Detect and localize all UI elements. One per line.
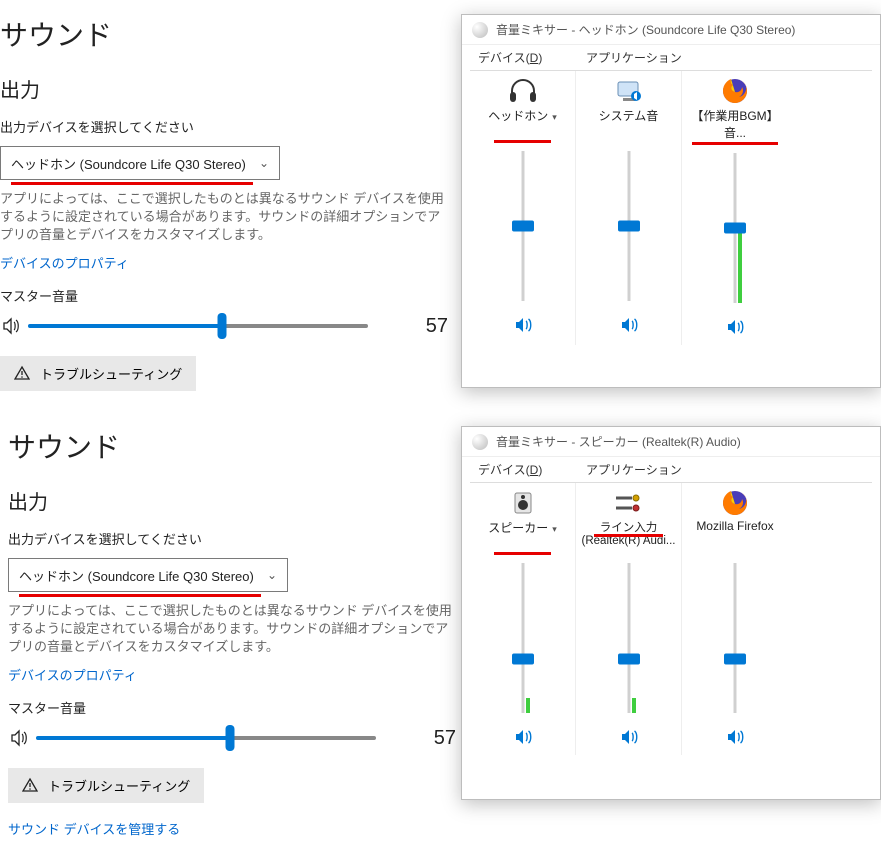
device-group-label: デバイス(D) [474, 49, 582, 68]
mixer-app-channel: Mozilla Firefox [682, 483, 788, 755]
channel-name[interactable]: 【作業用BGM】音... [686, 107, 784, 141]
application-group-label: アプリケーション [582, 461, 682, 480]
settings-panel-2: サウンド 出力 出力デバイスを選択してください ヘッドホン (Soundcore… [8, 426, 468, 844]
device-properties-link[interactable]: デバイスのプロパティ [8, 665, 468, 684]
system-sounds-icon[interactable] [613, 77, 645, 105]
mixer-device-channel: ヘッドホン▾ [470, 71, 576, 345]
slider-thumb[interactable] [618, 221, 640, 232]
annotation-underline [494, 552, 551, 555]
firefox-icon[interactable] [719, 489, 751, 517]
mixer-app-channel: システム音 [576, 71, 682, 345]
troubleshoot-button[interactable]: トラブルシューティング [8, 768, 204, 803]
slider-thumb[interactable] [724, 654, 746, 665]
speaker-icon[interactable] [8, 727, 30, 749]
slider-thumb[interactable] [217, 313, 226, 339]
window-title: 音量ミキサー - ヘッドホン (Soundcore Life Q30 Stere… [496, 21, 795, 38]
troubleshoot-button[interactable]: トラブルシューティング [0, 356, 196, 391]
slider-thumb[interactable] [618, 654, 640, 665]
manage-sound-devices-link[interactable]: サウンド デバイスを管理する [8, 819, 468, 838]
application-group-label: アプリケーション [582, 49, 682, 68]
output-device-label: 出力デバイスを選択してください [0, 117, 460, 136]
window-title: 音量ミキサー - スピーカー (Realtek(R) Audio) [496, 433, 741, 450]
chevron-down-icon: ▾ [552, 112, 557, 122]
speaker-icon[interactable] [0, 315, 22, 337]
annotation-underline [19, 594, 261, 597]
master-volume-label: マスター音量 [0, 286, 460, 305]
slider-thumb[interactable] [724, 223, 746, 234]
app-icon [472, 434, 488, 450]
section-output-heading: 出力 [0, 74, 460, 103]
volume-slider[interactable] [512, 563, 534, 713]
channel-name[interactable]: ヘッドホン▾ [488, 107, 557, 139]
channel-name[interactable]: システム音 [599, 107, 659, 139]
mute-button[interactable] [725, 317, 745, 337]
headphones-icon[interactable] [507, 77, 539, 105]
mixer-app-channel: 【作業用BGM】音... [682, 71, 788, 345]
device-group-label: デバイス(D) [474, 461, 582, 480]
volume-slider[interactable] [724, 563, 746, 713]
volume-slider[interactable] [618, 151, 640, 301]
master-volume-label: マスター音量 [8, 698, 468, 717]
chevron-down-icon: ▾ [552, 524, 557, 534]
volume-slider[interactable] [724, 153, 746, 303]
slider-thumb[interactable] [225, 725, 234, 751]
window-titlebar[interactable]: 音量ミキサー - ヘッドホン (Soundcore Life Q30 Stere… [462, 15, 880, 45]
troubleshoot-label: トラブルシューティング [40, 364, 182, 383]
warning-icon [22, 777, 38, 793]
annotation-underline [692, 142, 778, 145]
output-device-label: 出力デバイスを選択してください [8, 529, 468, 548]
page-title: サウンド [8, 426, 468, 466]
window-titlebar[interactable]: 音量ミキサー - スピーカー (Realtek(R) Audio) [462, 427, 880, 457]
output-device-value: ヘッドホン (Soundcore Life Q30 Stereo) [11, 154, 259, 173]
master-volume-value: 57 [434, 727, 456, 750]
master-volume-value: 57 [426, 315, 448, 338]
output-device-dropdown[interactable]: ヘッドホン (Soundcore Life Q30 Stereo) ⌄ [8, 558, 288, 592]
volume-slider[interactable] [512, 151, 534, 301]
app-icon [472, 22, 488, 38]
settings-panel-1: サウンド 出力 出力デバイスを選択してください ヘッドホン (Soundcore… [0, 14, 460, 391]
channel-name[interactable]: Mozilla Firefox [696, 519, 773, 551]
mute-button[interactable] [513, 315, 533, 335]
chevron-down-icon: ⌄ [267, 568, 277, 582]
warning-icon [14, 365, 30, 381]
master-volume-slider[interactable] [36, 736, 376, 740]
volume-slider[interactable] [618, 563, 640, 713]
output-device-dropdown[interactable]: ヘッドホン (Soundcore Life Q30 Stereo) ⌄ [0, 146, 280, 180]
channel-name[interactable]: スピーカー▾ [488, 519, 557, 551]
line-in-icon[interactable] [613, 489, 645, 517]
mute-button[interactable] [619, 315, 639, 335]
troubleshoot-label: トラブルシューティング [48, 776, 190, 795]
device-properties-link[interactable]: デバイスのプロパティ [0, 253, 460, 272]
speaker-device-icon[interactable] [507, 489, 539, 517]
mute-button[interactable] [725, 727, 745, 747]
page-title: サウンド [0, 14, 460, 54]
firefox-icon[interactable] [719, 77, 751, 105]
annotation-underline [494, 140, 551, 143]
output-device-value: ヘッドホン (Soundcore Life Q30 Stereo) [19, 566, 267, 585]
mixer-device-channel: スピーカー▾ [470, 483, 576, 755]
volume-mixer-window-2: 音量ミキサー - スピーカー (Realtek(R) Audio) デバイス(D… [461, 426, 881, 800]
section-output-heading: 出力 [8, 486, 468, 515]
mixer-app-channel: ライン入力 (Realtek(R) Audi... [576, 483, 682, 755]
output-help-text: アプリによっては、ここで選択したものとは異なるサウンド デバイスを使用するように… [8, 602, 456, 657]
mute-button[interactable] [619, 727, 639, 747]
mute-button[interactable] [513, 727, 533, 747]
channel-name[interactable]: ライン入力 (Realtek(R) Audi... [580, 519, 677, 551]
annotation-underline [11, 182, 253, 185]
annotation-underline [594, 534, 663, 537]
slider-thumb[interactable] [512, 221, 534, 232]
chevron-down-icon: ⌄ [259, 156, 269, 170]
output-help-text: アプリによっては、ここで選択したものとは異なるサウンド デバイスを使用するように… [0, 190, 448, 245]
master-volume-slider[interactable] [28, 324, 368, 328]
volume-mixer-window-1: 音量ミキサー - ヘッドホン (Soundcore Life Q30 Stere… [461, 14, 881, 388]
slider-thumb[interactable] [512, 654, 534, 665]
